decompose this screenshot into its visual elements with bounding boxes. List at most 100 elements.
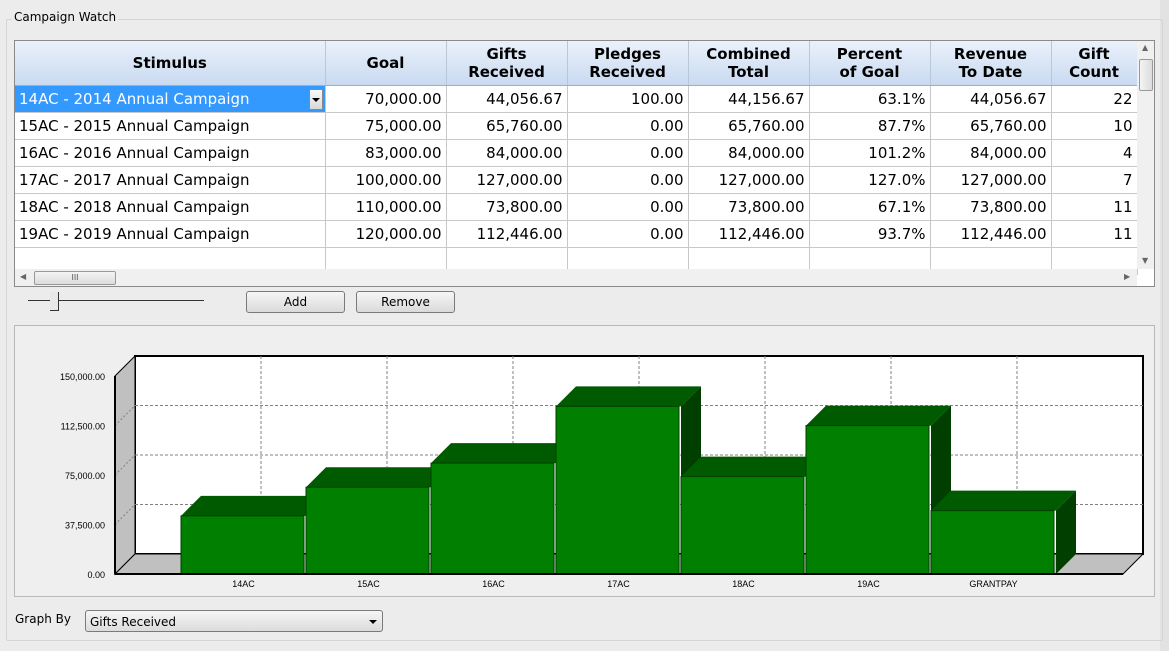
table-cell[interactable]: 65,760.00 [446,112,568,140]
table-cell[interactable]: 4 [1051,139,1138,167]
bar [805,425,930,575]
stimulus-cell[interactable]: 16AC - 2016 Annual Campaign [15,139,326,167]
bar [430,462,555,575]
table-cell[interactable]: 0.00 [567,220,689,248]
stimulus-cell[interactable]: 15AC - 2015 Annual Campaign [15,112,326,140]
table-cell[interactable]: 67.1% [809,193,931,221]
table-cell[interactable]: 112,446.00 [446,220,568,248]
table-cell[interactable]: 44,056.67 [930,85,1052,113]
table-cell[interactable]: 65,760.00 [930,112,1052,140]
table-cell[interactable]: 0.00 [567,112,689,140]
table-row[interactable]: 19AC - 2019 Annual Campaign 120,000.00 112… [15,220,1138,248]
table-cell[interactable]: 65,760.00 [688,112,810,140]
table-cell[interactable]: 70,000.00 [325,85,447,113]
table-row[interactable]: 16AC - 2016 Annual Campaign 83,000.00 84,0… [15,139,1138,167]
column-header[interactable]: Gift Count [1051,41,1138,86]
table-cell[interactable]: 0.00 [567,166,689,194]
table-cell[interactable]: 84,000.00 [930,139,1052,167]
bar-top [181,495,326,516]
table-cell[interactable]: 112,446.00 [930,220,1052,248]
table-cell[interactable]: 100.00 [567,85,689,113]
cell-text: 10 [1113,117,1133,135]
table-cell[interactable]: 10 [1051,112,1138,140]
table-cell[interactable]: 101.2% [809,139,931,167]
column-header[interactable]: Stimulus [15,41,326,86]
table-cell[interactable]: 84,000.00 [688,139,810,167]
graph-by-select[interactable]: Gifts Received [85,610,383,632]
table-row[interactable]: 14AC - 2014 Annual Campaign 70,000.00 44,0… [15,85,1138,113]
remove-button[interactable]: Remove [356,291,455,313]
cell-text: 84,000.00 [728,144,805,162]
cell-text: 15AC - 2015 Annual Campaign [19,117,250,135]
table-cell[interactable]: 44,156.67 [688,85,810,113]
stimulus-cell[interactable]: 14AC - 2014 Annual Campaign [15,85,326,113]
table-cell[interactable]: 0.00 [567,193,689,221]
table-cell[interactable]: 100,000.00 [325,166,447,194]
x-tick-label: GRANTPAY [969,579,1017,589]
table-cell[interactable]: 73,800.00 [930,193,1052,221]
table-cell[interactable]: 11 [1051,193,1138,221]
table-cell[interactable]: 84,000.00 [446,139,568,167]
table-cell[interactable]: 73,800.00 [688,193,810,221]
scroll-left-icon[interactable]: ◀ [20,272,26,281]
column-header[interactable]: Goal [325,41,447,86]
horizontal-scrollbar[interactable]: ◀ III ▶ [15,269,1137,286]
table-cell[interactable]: 63.1% [809,85,931,113]
table-cell[interactable]: 87.7% [809,112,931,140]
horizontal-scroll-thumb[interactable]: III [34,271,116,285]
vertical-scroll-thumb[interactable] [1139,59,1153,91]
table-cell[interactable]: 110,000.00 [325,193,447,221]
table-cell[interactable]: 73,800.00 [446,193,568,221]
cell-text: 120,000.00 [355,225,442,243]
zoom-slider[interactable] [28,289,204,313]
table-cell[interactable]: 11 [1051,220,1138,248]
vertical-scrollbar[interactable]: ▲ ▼ [1137,41,1154,269]
column-header[interactable]: Revenue To Date [930,41,1052,86]
table-cell[interactable]: 120,000.00 [325,220,447,248]
table-cell[interactable]: 127,000.00 [688,166,810,194]
stimulus-cell[interactable]: 19AC - 2019 Annual Campaign [15,220,326,248]
cell-text: 75,000.00 [365,117,442,135]
bar-top [556,386,701,407]
cell-text: 65,760.00 [970,117,1047,135]
scroll-down-icon[interactable]: ▼ [1142,256,1148,265]
slider-thumb[interactable] [50,292,59,311]
stimulus-dropdown-button[interactable] [308,89,323,110]
cell-text: 4 [1122,144,1133,162]
scroll-up-icon[interactable]: ▲ [1142,43,1148,52]
table-cell[interactable]: 127.0% [809,166,931,194]
cell-text: 65,760.00 [728,117,805,135]
column-header[interactable]: Percent of Goal [809,41,931,86]
table-cell[interactable]: 22 [1051,85,1138,113]
x-tick-label: 17AC [607,579,630,589]
bar-top [431,443,576,464]
cell-text: 11 [1113,198,1133,216]
table-cell[interactable]: 0.00 [567,139,689,167]
table-cell[interactable]: 127,000.00 [446,166,568,194]
table-cell[interactable]: 93.7% [809,220,931,248]
table-row[interactable]: 15AC - 2015 Annual Campaign 75,000.00 65,7… [15,112,1138,140]
table-cell[interactable]: 7 [1051,166,1138,194]
table-row[interactable]: 18AC - 2018 Annual Campaign 110,000.00 73,… [15,193,1138,221]
bar-top [806,405,951,426]
stimulus-cell[interactable]: 18AC - 2018 Annual Campaign [15,193,326,221]
table-cell[interactable]: 112,446.00 [688,220,810,248]
stimulus-cell[interactable]: 17AC - 2017 Annual Campaign [15,166,326,194]
column-header[interactable]: Pledges Received [567,41,689,86]
table-cell[interactable]: 75,000.00 [325,112,447,140]
cell-text: 112,446.00 [476,225,563,243]
column-header[interactable]: Combined Total [688,41,810,86]
campaign-grid[interactable]: Stimulus Goal Gifts Received Pledges Receiv… [14,40,1155,287]
column-header[interactable]: Gifts Received [446,41,568,86]
table-cell[interactable]: 83,000.00 [325,139,447,167]
cell-text: 127,000.00 [718,171,805,189]
add-button[interactable]: Add [246,291,345,313]
y-tick-label: 112,500.00 [61,422,105,432]
scroll-right-icon[interactable]: ▶ [1124,272,1130,281]
cell-text: 65,760.00 [486,117,563,135]
cell-text: 0.00 [650,117,684,135]
table-row[interactable]: 17AC - 2017 Annual Campaign 100,000.00 127… [15,166,1138,194]
cell-text: 100,000.00 [355,171,442,189]
table-cell[interactable]: 44,056.67 [446,85,568,113]
table-cell[interactable]: 127,000.00 [930,166,1052,194]
